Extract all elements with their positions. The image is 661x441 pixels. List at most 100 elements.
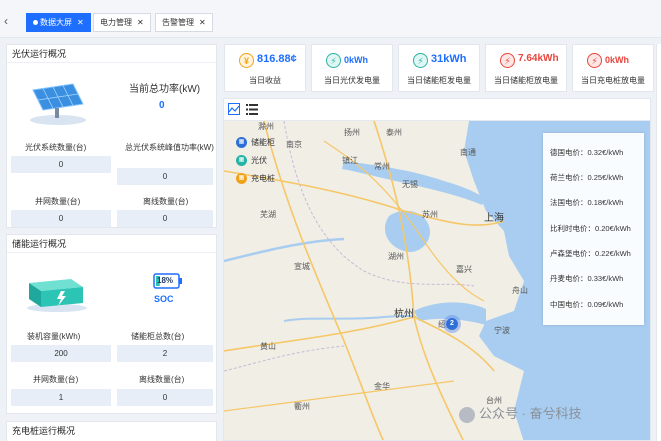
city-label: 泰州 bbox=[386, 128, 402, 137]
price-item: 荷兰电价：0.25€/kWh bbox=[550, 173, 624, 182]
solar-panel-icon bbox=[30, 83, 86, 125]
map-legend: ▦ 储能柜 ▦ 光伏 ▦ 充电桩 bbox=[236, 133, 275, 187]
legend-item-charging[interactable]: ▦ 充电桩 bbox=[236, 169, 275, 187]
pv-online-value: 0 bbox=[11, 210, 111, 227]
city-label: 上海 bbox=[484, 213, 504, 224]
city-label: 嘉兴 bbox=[456, 265, 472, 274]
pv-count-label: 光伏系统数量(台) bbox=[25, 143, 87, 152]
stat-card-charging-discharge: ⚡ 0kWh 当日充电桩放电量 bbox=[572, 44, 654, 92]
city-label: 南京 bbox=[286, 140, 302, 149]
stat-value: 0kWh bbox=[344, 55, 369, 65]
pv-overview-panel: 光伏运行概况 当前总功率(kW) 0 光伏系统数量(台) 0 总光伏系统峰值功率… bbox=[6, 44, 217, 228]
map-icon[interactable] bbox=[228, 103, 240, 115]
city-label: 宣城 bbox=[294, 262, 310, 271]
pv-count-value: 0 bbox=[11, 156, 111, 173]
marker-cluster[interactable]: 2 bbox=[443, 315, 461, 333]
capacity-value: 200 bbox=[11, 345, 111, 362]
stat-card-pv-generation: ⚡ 0kWh 当日光伏发电量 bbox=[311, 44, 393, 92]
map-toolbar bbox=[224, 99, 650, 121]
city-label: 衢州 bbox=[294, 402, 310, 411]
city-label: 宁波 bbox=[494, 326, 510, 335]
close-icon[interactable]: ✕ bbox=[137, 18, 144, 27]
stat-label: 当日收益 bbox=[249, 76, 281, 85]
cabinet-count-label: 储能柜总数(台) bbox=[131, 332, 185, 341]
discharge-icon: ⚡ bbox=[500, 53, 515, 68]
pv-online-label: 并网数量(台) bbox=[35, 197, 81, 206]
stat-value: 816.88¢ bbox=[257, 53, 297, 65]
city-label: 黄山 bbox=[260, 342, 276, 351]
city-label: 滁州 bbox=[258, 122, 274, 131]
price-item: 法国电价：0.18€/kWh bbox=[550, 198, 624, 207]
list-icon[interactable] bbox=[246, 104, 258, 115]
storage-online-value: 1 bbox=[11, 389, 111, 406]
map-view[interactable]: 南京 常州 无锡 苏州 上海 嘉兴 湖州 杭州 绍兴 宁波 舟山 芜湖 宣城 滁… bbox=[223, 98, 651, 441]
storage-offline-value: 0 bbox=[117, 389, 213, 406]
city-label: 芜湖 bbox=[260, 210, 276, 219]
charging-overview-panel: 充电桩运行概况 bbox=[6, 421, 217, 441]
storage-offline-label: 离线数量(台) bbox=[139, 375, 185, 384]
stat-label: 当日储能柜发电量 bbox=[407, 76, 471, 85]
charging-pile-icon: ▦ bbox=[236, 172, 247, 184]
storage-overview-panel: 储能运行概况 18% SOC 装机容量(kWh) 200 储能柜总数(台) 2 … bbox=[6, 234, 217, 414]
price-item: 丹麦电价：0.33€/kWh bbox=[550, 274, 624, 283]
current-power-value: 0 bbox=[159, 100, 165, 111]
city-label: 扬州 bbox=[344, 128, 360, 137]
panel-title: 光伏运行概况 bbox=[7, 45, 216, 63]
current-power-label: 当前总功率(kW) bbox=[129, 84, 201, 95]
city-label: 无锡 bbox=[402, 180, 418, 189]
price-item: 比利时电价：0.20€/kWh bbox=[550, 224, 631, 233]
panel-title: 充电桩运行概况 bbox=[12, 426, 76, 436]
stat-label: 当日光伏发电量 bbox=[324, 76, 380, 85]
storage-online-label: 并网数量(台) bbox=[33, 375, 79, 384]
stat-label: 当日储能柜放电量 bbox=[494, 76, 558, 85]
city-label: 湖州 bbox=[388, 252, 404, 261]
city-label: 舟山 bbox=[512, 286, 528, 295]
pv-peak-value: 0 bbox=[117, 168, 213, 185]
panel-title: 储能运行概况 bbox=[7, 235, 216, 253]
right-panel-edge bbox=[656, 44, 661, 441]
electricity-price-panel: 德国电价：0.32€/kWh 荷兰电价：0.25€/kWh 法国电价：0.18€… bbox=[543, 133, 644, 325]
tab-data-screen[interactable]: 数据大屏 ✕ bbox=[26, 13, 91, 32]
stat-value: 7.64kWh bbox=[518, 53, 559, 64]
price-item: 德国电价：0.32€/kWh bbox=[550, 148, 624, 157]
city-label: 苏州 bbox=[422, 210, 438, 219]
solar-power-icon: ⚡ bbox=[326, 53, 341, 68]
legend-item-pv[interactable]: ▦ 光伏 bbox=[236, 151, 275, 169]
back-chevron-icon[interactable]: ‹ bbox=[4, 14, 8, 28]
pv-peak-label: 总光伏系统峰值功率(kW) bbox=[125, 143, 214, 152]
solar-panel-icon: ▦ bbox=[236, 154, 247, 166]
watermark: 公众号 · 奋兮科技 bbox=[459, 403, 582, 423]
stat-card-storage-discharge: ⚡ 7.64kWh 当日储能柜放电量 bbox=[485, 44, 567, 92]
capacity-label: 装机容量(kWh) bbox=[27, 332, 81, 341]
city-label: 镇江 bbox=[342, 156, 358, 165]
city-label: 南通 bbox=[460, 148, 476, 157]
tab-alarm-management[interactable]: 告警管理 ✕ bbox=[155, 13, 213, 32]
close-icon[interactable]: ✕ bbox=[77, 18, 84, 27]
soc-value: 18% bbox=[157, 276, 174, 285]
wechat-icon bbox=[459, 406, 475, 423]
pv-offline-value: 0 bbox=[117, 210, 213, 227]
close-icon[interactable]: ✕ bbox=[199, 18, 206, 27]
price-item: 卢森堡电价：0.22€/kWh bbox=[550, 249, 631, 258]
tab-bar: ‹ 数据大屏 ✕ 电力管理 ✕ 告警管理 ✕ bbox=[0, 0, 661, 38]
stat-value: 0kWh bbox=[605, 55, 630, 65]
stat-card-revenue: ¥ 816.88¢ 当日收益 bbox=[224, 44, 306, 92]
storage-cabinet-icon bbox=[27, 279, 87, 312]
charging-icon: ⚡ bbox=[587, 53, 602, 68]
city-label: 金华 bbox=[374, 382, 390, 391]
legend-item-storage[interactable]: ▦ 储能柜 bbox=[236, 133, 275, 151]
stat-value: 31kWh bbox=[431, 53, 467, 65]
yen-icon: ¥ bbox=[239, 53, 254, 68]
pv-offline-label: 离线数量(台) bbox=[143, 197, 189, 206]
city-label: 常州 bbox=[374, 162, 390, 171]
tab-power-management[interactable]: 电力管理 ✕ bbox=[93, 13, 151, 32]
cabinet-count-value: 2 bbox=[117, 345, 213, 362]
storage-power-icon: ⚡ bbox=[413, 53, 428, 68]
storage-cabinet-icon: ▦ bbox=[236, 136, 247, 148]
soc-label: SOC bbox=[154, 294, 174, 304]
price-item: 中国电价：0.09€/kWh bbox=[550, 300, 624, 309]
stat-label: 当日充电桩放电量 bbox=[581, 76, 645, 85]
city-label: 杭州 bbox=[394, 309, 414, 320]
stat-card-storage-generation: ⚡ 31kWh 当日储能柜发电量 bbox=[398, 44, 480, 92]
active-dot-icon bbox=[33, 20, 38, 26]
